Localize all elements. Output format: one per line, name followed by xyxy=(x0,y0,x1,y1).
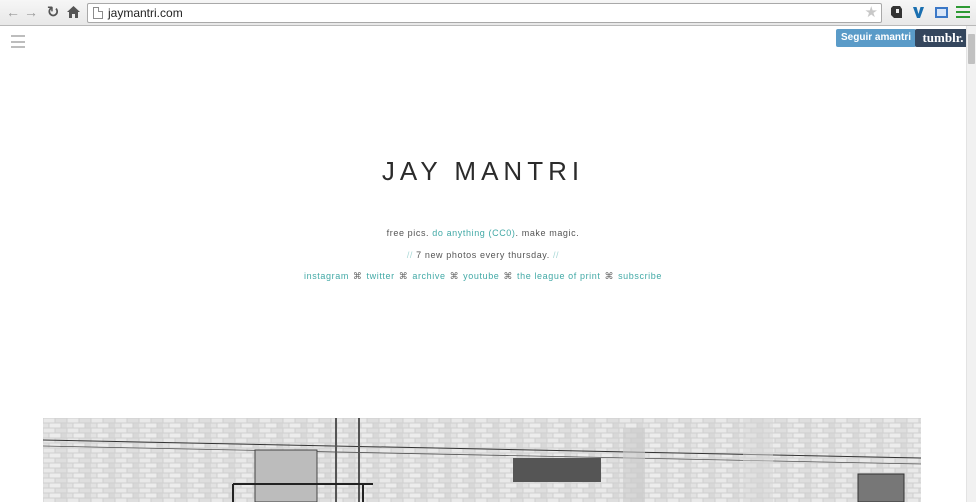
home-icon[interactable] xyxy=(64,3,82,21)
follow-button[interactable]: Seguir amantri xyxy=(836,29,917,47)
link-instagram[interactable]: instagram xyxy=(304,271,349,281)
vertical-scrollbar[interactable] xyxy=(966,26,976,502)
separator: ⌘ xyxy=(604,271,615,281)
hamburger-icon[interactable] xyxy=(11,35,25,48)
slash-left: // xyxy=(406,250,414,260)
slash-right: // xyxy=(552,250,560,260)
forward-arrow-icon[interactable]: → xyxy=(22,3,40,21)
separator: ⌘ xyxy=(352,271,363,281)
link-league-of-print[interactable]: the league of print xyxy=(517,271,600,281)
url-text[interactable]: jaymantri.com xyxy=(108,6,183,20)
tagline-suffix: . make magic. xyxy=(515,228,580,238)
site-title[interactable]: JAY MANTRI xyxy=(0,156,966,187)
browser-toolbar: ← → ↻ jaymantri.com ★ xyxy=(0,0,976,26)
window-extension-icon[interactable] xyxy=(933,4,949,20)
v-extension-icon[interactable] xyxy=(910,4,926,20)
separator: ⌘ xyxy=(398,271,409,281)
social-links: instagram ⌘ twitter ⌘ archive ⌘ youtube ⌘ the le… xyxy=(0,271,966,282)
address-bar[interactable]: jaymantri.com ★ xyxy=(87,3,882,23)
link-youtube[interactable]: youtube xyxy=(463,271,499,281)
separator: ⌘ xyxy=(503,271,514,281)
weekly-text: 7 new photos every thursday. xyxy=(416,250,550,260)
tumblr-logo-button[interactable]: tumblr. xyxy=(915,29,966,47)
separator: ⌘ xyxy=(449,271,460,281)
page-viewport: Seguir amantri tumblr. JAY MANTRI free p… xyxy=(0,26,966,502)
back-arrow-icon[interactable]: ← xyxy=(4,3,22,21)
featured-photo[interactable] xyxy=(43,418,921,502)
link-twitter[interactable]: twitter xyxy=(367,271,395,281)
chrome-menu-icon[interactable] xyxy=(956,6,970,18)
tagline-prefix: free pics. xyxy=(386,228,430,238)
link-archive[interactable]: archive xyxy=(412,271,445,281)
evernote-extension-icon[interactable] xyxy=(888,4,904,20)
reload-icon[interactable]: ↻ xyxy=(44,3,62,21)
brick-wall-photo xyxy=(43,418,921,502)
star-icon[interactable]: ★ xyxy=(865,4,878,22)
cc0-link[interactable]: do anything (CC0) xyxy=(432,228,515,238)
tagline: free pics. do anything (CC0). make magic… xyxy=(0,228,966,238)
weekly-note: // 7 new photos every thursday. // xyxy=(0,250,966,260)
link-subscribe[interactable]: subscribe xyxy=(618,271,662,281)
scroll-thumb[interactable] xyxy=(968,34,975,64)
page-icon xyxy=(93,7,103,19)
